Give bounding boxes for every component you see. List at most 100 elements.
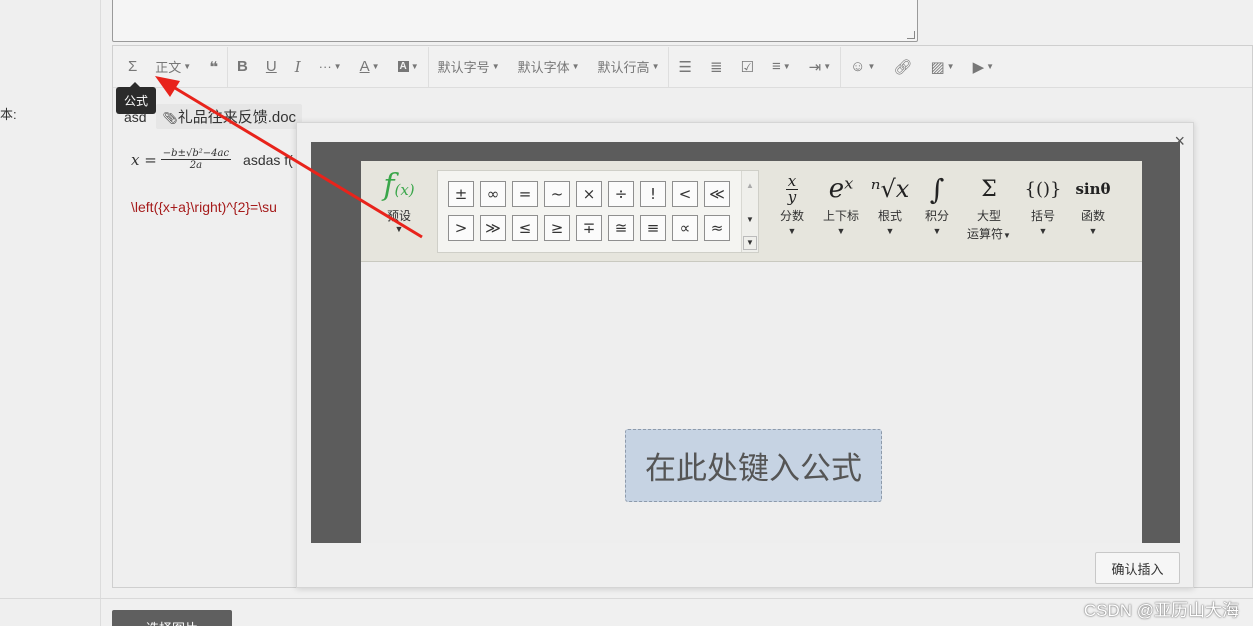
- symbol-factorial[interactable]: !: [640, 181, 666, 207]
- integral-dropdown[interactable]: ∫ 积分 ▼: [915, 171, 959, 237]
- chevron-down-icon: ▼: [1088, 226, 1098, 236]
- radical-icon: ⁿ√x: [870, 175, 910, 203]
- align-dropdown[interactable]: ≡ ▼: [763, 46, 800, 87]
- background-color-icon: A: [397, 61, 409, 72]
- large-operator-dropdown[interactable]: Σ 大型 运算符▼: [963, 171, 1015, 245]
- bold-button[interactable]: B: [228, 46, 257, 87]
- rendered-formula[interactable]: x = −b±√b²−4ac 2a asdas f(: [131, 148, 293, 171]
- paragraph-dropdown[interactable]: 正文 ▼: [146, 46, 200, 87]
- font-family-dropdown[interactable]: 默认字体 ▼: [509, 46, 589, 87]
- background-color-dropdown[interactable]: A ▼: [389, 46, 428, 87]
- symbol-times[interactable]: ×: [576, 181, 602, 207]
- symbol-scrollbar[interactable]: ▲ ▼ ▼: [741, 171, 758, 252]
- video-icon: ▶: [972, 58, 985, 76]
- preset-dropdown[interactable]: f(x) 预设 ▼: [373, 168, 425, 235]
- expand-icon[interactable]: ▼: [743, 236, 757, 250]
- chevron-down-icon: ▼: [333, 62, 342, 71]
- summary-textarea[interactable]: [112, 0, 918, 42]
- sine-icon: sinθ: [1075, 180, 1111, 198]
- resize-handle-icon[interactable]: [907, 31, 915, 39]
- symbol-plus-minus[interactable]: ±: [448, 181, 474, 207]
- chevron-down-icon: ▼: [986, 62, 995, 71]
- large-operator-label: 大型: [976, 209, 1001, 223]
- bracket-dropdown[interactable]: {()} 括号 ▼: [1019, 171, 1067, 237]
- confirm-insert-button[interactable]: 确认插入: [1095, 552, 1180, 584]
- indent-dropdown[interactable]: ⇥ ▼: [800, 46, 841, 87]
- symbol-much-greater-than[interactable]: ≫: [480, 215, 506, 241]
- symbol-minus-plus[interactable]: ∓: [576, 215, 602, 241]
- chevron-down-icon: ▼: [394, 224, 404, 234]
- symbol-congruent[interactable]: ≅: [608, 215, 634, 241]
- font-size-dropdown[interactable]: 默认字号 ▼: [429, 46, 509, 87]
- symbol-greater-equal[interactable]: ≥: [544, 215, 570, 241]
- font-color-dropdown[interactable]: A ▼: [351, 46, 389, 87]
- symbol-less-equal[interactable]: ≤: [512, 215, 538, 241]
- symbol-identical[interactable]: ≡: [640, 215, 666, 241]
- formula-fraction: −b±√b²−4ac 2a: [160, 148, 232, 171]
- line-height-label: 默认行高: [597, 60, 650, 75]
- image-dropdown[interactable]: ▨ ▼: [921, 46, 963, 87]
- symbol-panel: ± ∞ = ~ × ÷ ! < ≪ > ≫ ≤ ≥ ∓ ≅ ≡ ∝ ≈ ▲ ▼ …: [437, 170, 759, 253]
- video-dropdown[interactable]: ▶ ▼: [964, 46, 1003, 87]
- line-height-dropdown[interactable]: 默认行高 ▼: [589, 46, 669, 87]
- symbol-greater-than[interactable]: >: [448, 215, 474, 241]
- chevron-down-icon: ▼: [651, 62, 660, 71]
- formula-editor-dialog: × f(x) 预设 ▼ ± ∞ = ~ × ÷ ! < ≪ > ≫ ≤ ≥ ∓ …: [296, 122, 1194, 588]
- chevron-down-icon: ▼: [491, 62, 500, 71]
- sigma-icon: Σ: [128, 58, 138, 75]
- symbol-equals[interactable]: =: [512, 181, 538, 207]
- editor-content-line-1: asd 📎︎礼品往来反馈.doc: [124, 104, 303, 129]
- formula-toolbar: f(x) 预设 ▼ ± ∞ = ~ × ÷ ! < ≪ > ≫ ≤ ≥ ∓ ≅ …: [361, 161, 1142, 262]
- formula-button[interactable]: Σ: [119, 46, 146, 87]
- divider: [0, 598, 1253, 599]
- editor-toolbar: Σ 正文 ▼ ❝ B U I ··· ▼ A ▼ A ▼ 默认字号 ▼ 默认字体 ▼ 默认行…: [113, 46, 1252, 88]
- content-text: asdas f(: [243, 151, 293, 168]
- script-label: 上下标: [822, 209, 859, 223]
- chevron-down-icon: ▼: [932, 226, 942, 236]
- formula-input-placeholder[interactable]: 在此处键入公式: [625, 429, 882, 502]
- underline-button[interactable]: U: [257, 46, 286, 87]
- italic-button[interactable]: I: [286, 46, 310, 87]
- attachment-chip[interactable]: 📎︎礼品往来反馈.doc: [156, 104, 303, 129]
- watermark: CSDN @亚历山大海: [1083, 601, 1239, 620]
- symbol-infinity[interactable]: ∞: [480, 181, 506, 207]
- todo-list-button[interactable]: ☑: [732, 46, 763, 87]
- preset-label: 预设: [386, 209, 411, 223]
- numbered-list-button[interactable]: ≣: [701, 46, 732, 87]
- link-button[interactable]: 🔗︎: [884, 46, 921, 87]
- more-styles-dropdown[interactable]: ··· ▼: [310, 46, 351, 87]
- image-icon: ▨: [930, 58, 945, 76]
- select-image-button[interactable]: 选择图片: [112, 610, 232, 626]
- bulleted-list-button[interactable]: ☰: [669, 46, 700, 87]
- chevron-down-icon: ▼: [183, 62, 192, 71]
- attachment-filename: 礼品往来反馈.doc: [177, 109, 297, 126]
- scroll-down-icon[interactable]: ▼: [746, 215, 754, 224]
- bracket-label: 括号: [1030, 209, 1055, 223]
- symbol-less-than[interactable]: <: [672, 181, 698, 207]
- symbol-approx[interactable]: ≈: [704, 215, 730, 241]
- script-dropdown[interactable]: eˣ 上下标 ▼: [817, 171, 865, 237]
- summation-icon: Σ: [981, 176, 997, 202]
- fraction-dropdown[interactable]: x y 分数 ▼: [767, 171, 817, 237]
- emoji-dropdown[interactable]: ☺ ▼: [841, 46, 884, 87]
- scroll-up-icon[interactable]: ▲: [746, 181, 754, 190]
- bulleted-list-icon: ☰: [678, 58, 692, 76]
- bold-icon: B: [237, 58, 248, 75]
- large-operator-label-2: 运算符▼: [963, 225, 1015, 245]
- symbol-proportional[interactable]: ∝: [672, 215, 698, 241]
- function-dropdown[interactable]: sinθ 函数 ▼: [1069, 171, 1117, 237]
- function-icon: f(x): [383, 168, 415, 203]
- chevron-down-icon: ▼: [946, 62, 955, 71]
- symbol-tilde[interactable]: ~: [544, 181, 570, 207]
- chevron-down-icon: ▼: [571, 62, 580, 71]
- chevron-down-icon: ▼: [1038, 226, 1048, 236]
- symbol-divide[interactable]: ÷: [608, 181, 634, 207]
- quote-button[interactable]: ❝: [200, 46, 227, 87]
- chevron-down-icon: ▼: [823, 62, 832, 71]
- chevron-down-icon: ▼: [1003, 231, 1011, 240]
- radical-dropdown[interactable]: ⁿ√x 根式 ▼: [867, 171, 913, 237]
- font-family-label: 默认字体: [517, 60, 570, 75]
- font-color-icon: A: [359, 58, 370, 75]
- chevron-down-icon: ▼: [885, 226, 895, 236]
- symbol-much-less-than[interactable]: ≪: [704, 181, 730, 207]
